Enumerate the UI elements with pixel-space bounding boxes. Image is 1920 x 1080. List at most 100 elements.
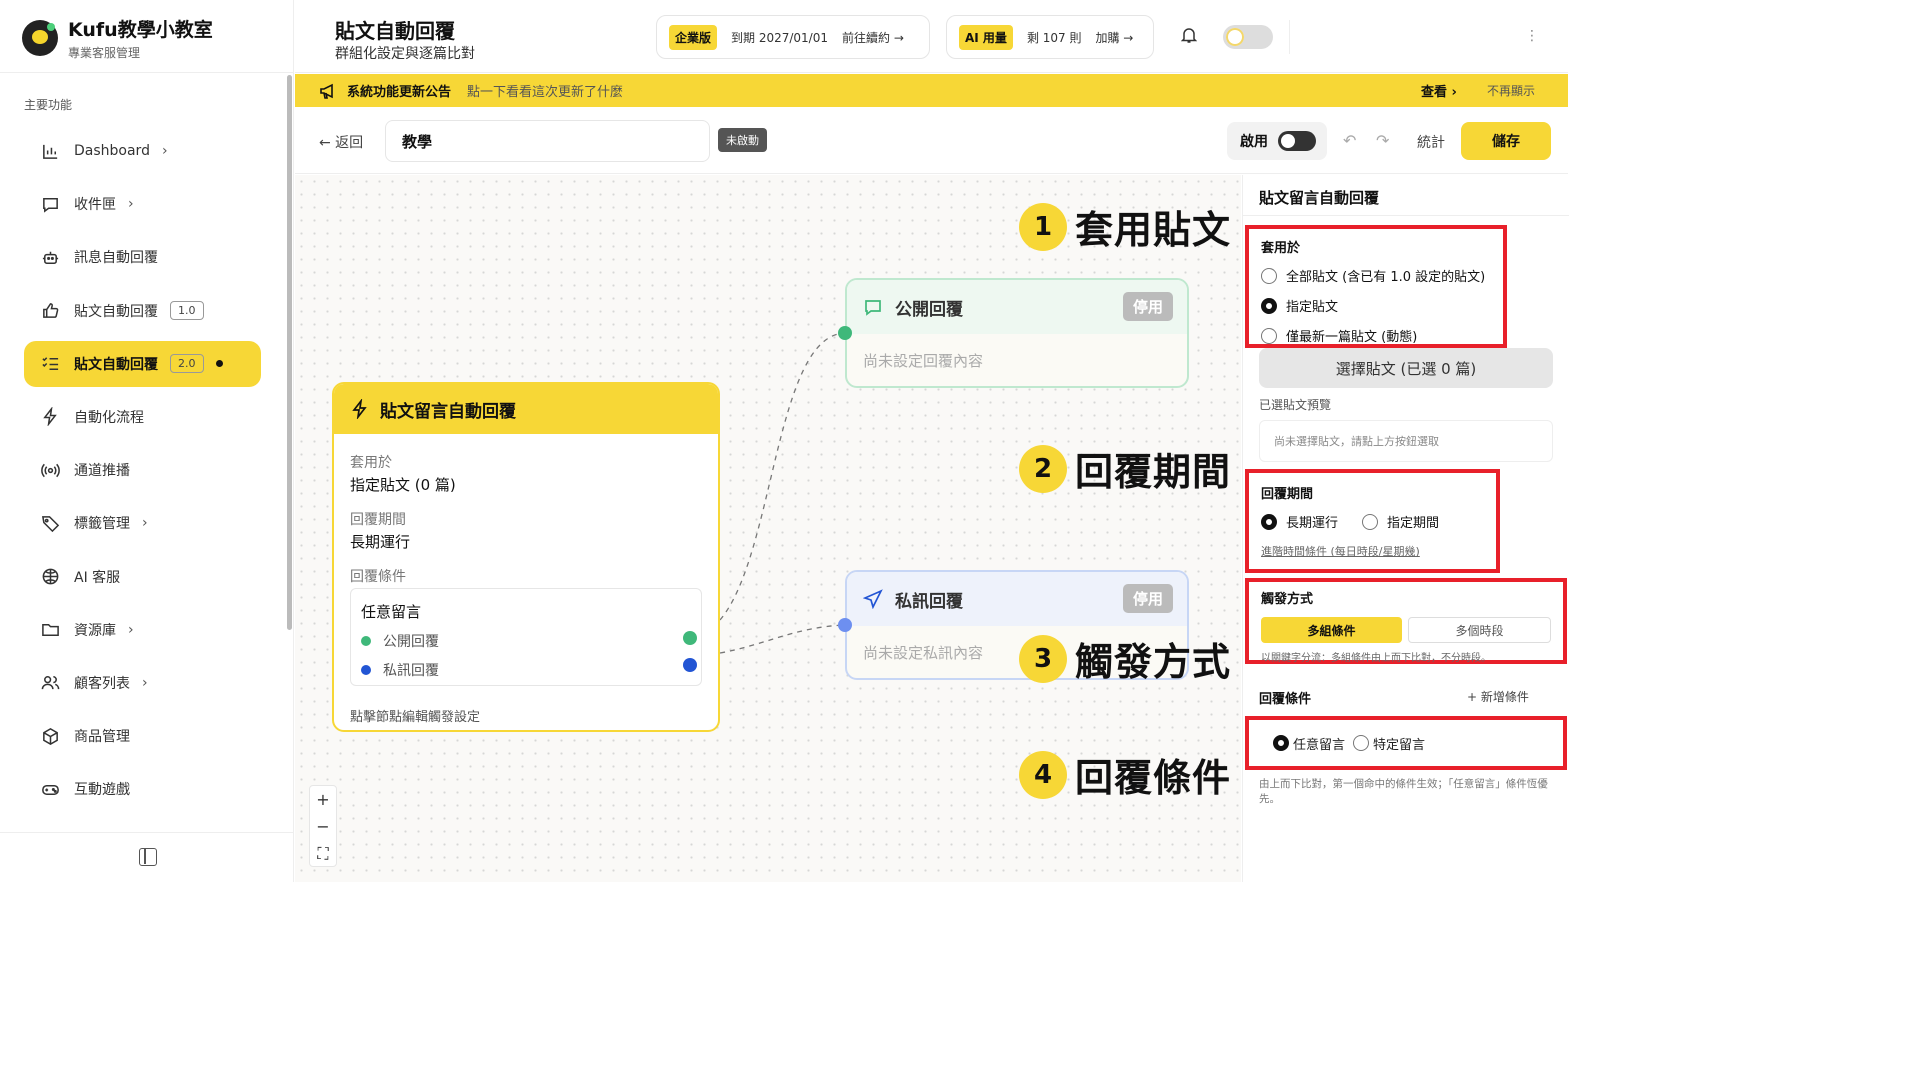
fit-view-icon[interactable]: ⛶: [310, 840, 336, 867]
buy-more-link[interactable]: 加購 →: [1095, 29, 1133, 46]
box-icon: [40, 726, 60, 746]
add-condition-button[interactable]: + 新增條件: [1467, 688, 1529, 705]
public-node-title: 公開回覆: [895, 299, 963, 320]
renew-link[interactable]: 前往續約 →: [842, 29, 904, 46]
undo-icon[interactable]: ↶: [1343, 131, 1356, 150]
condition-label: 回覆條件: [350, 569, 406, 585]
sidebar-item-label: 互動遊戲: [74, 782, 130, 799]
chevron-right-icon: ›: [142, 674, 148, 691]
public-output-port[interactable]: [683, 631, 697, 645]
public-reply-node[interactable]: 公開回覆 停用 尚未設定回覆內容: [845, 278, 1189, 388]
public-input-port[interactable]: [838, 326, 852, 340]
active-dot: [215, 360, 223, 368]
radio-selected[interactable]: [1261, 297, 1277, 314]
sidebar-item-customers[interactable]: 顧客列表 ›: [24, 660, 261, 706]
chevron-right-icon: ›: [128, 196, 134, 213]
apply-label: 套用於: [350, 455, 392, 471]
sidebar-item-products[interactable]: 商品管理: [24, 713, 261, 759]
trigger-option-multi-timeslot[interactable]: 多個時段: [1408, 617, 1551, 643]
version-badge: 2.0: [170, 354, 204, 374]
announcement-dismiss[interactable]: 不再顯示: [1487, 82, 1535, 99]
trigger-hint: 以關鍵字分流：多組條件由上而下比對，不分時段。: [1261, 653, 1491, 664]
period-label: 回覆期間: [350, 512, 406, 528]
private-output-port[interactable]: [683, 658, 697, 672]
rule-name-input[interactable]: [385, 120, 710, 162]
zoom-controls: + − ⛶: [309, 785, 337, 867]
select-posts-button[interactable]: 選擇貼文 (已選 0 篇): [1259, 348, 1553, 388]
apply-option-latest[interactable]: 僅最新一篇貼文 (動態): [1261, 326, 1491, 345]
sidebar-item-post-autoreply-v1[interactable]: 貼文自動回覆 1.0: [24, 288, 261, 334]
private-output-label: 私訊回覆: [383, 663, 439, 679]
enable-switch[interactable]: [1278, 131, 1316, 151]
ai-usage-badge: AI 用量: [959, 24, 1013, 50]
editor-toolbar: ← 返回 未啟動 啟用 ↶ ↷ 統計 儲存: [295, 108, 1568, 174]
apply-section: 套用於 全部貼文 (含已有 1.0 設定的貼文) 指定貼文 僅最新一篇貼文 (動…: [1245, 225, 1507, 348]
zoom-in-icon[interactable]: +: [310, 786, 336, 813]
apply-option-all[interactable]: 全部貼文 (含已有 1.0 設定的貼文): [1261, 266, 1491, 285]
sidebar-item-games[interactable]: 互動遊戲: [24, 766, 261, 812]
radio[interactable]: [1353, 735, 1370, 751]
panel-title: 貼文留言自動回覆: [1259, 189, 1380, 207]
theme-toggle[interactable]: [1223, 25, 1273, 49]
sidebar-item-label: 收件匣: [74, 197, 116, 214]
broadcast-icon: [40, 460, 60, 480]
apply-option-specific[interactable]: 指定貼文: [1261, 296, 1491, 315]
trigger-option-multi-condition[interactable]: 多組條件: [1261, 617, 1402, 643]
sidebar-item-post-autoreply-v2[interactable]: 貼文自動回覆 2.0: [24, 340, 261, 387]
trigger-section: 觸發方式 多組條件 多個時段 以關鍵字分流：多組條件由上而下比對，不分時段。: [1245, 578, 1567, 664]
period-value: 長期運行: [350, 533, 411, 551]
trigger-segment: 多組條件 多個時段: [1261, 617, 1551, 643]
announcement-bar[interactable]: 系統功能更新公告 點一下看看這次更新了什麼 查看 › 不再顯示: [295, 74, 1568, 107]
megaphone-icon: [320, 83, 333, 99]
radio[interactable]: [1261, 267, 1277, 284]
condition-section: 任意留言 特定留言: [1245, 716, 1567, 770]
advanced-time-link[interactable]: 進階時間條件 (每日時段/星期幾): [1261, 543, 1484, 559]
radio-selected[interactable]: [1273, 735, 1289, 751]
sidebar-item-automation[interactable]: 自動化流程: [24, 394, 261, 440]
bell-icon[interactable]: [1181, 26, 1197, 44]
collapse-sidebar-icon[interactable]: [139, 848, 157, 866]
flow-canvas[interactable]: 貼文留言自動回覆 套用於 指定貼文 (0 篇) 回覆期間 長期運行 回覆條件 任…: [295, 175, 1241, 882]
trigger-node[interactable]: 貼文留言自動回覆 套用於 指定貼文 (0 篇) 回覆期間 長期運行 回覆條件 任…: [332, 382, 720, 732]
ai-usage-pill[interactable]: AI 用量 剩 107 則 加購 →: [946, 15, 1154, 59]
radio-label: 指定期間: [1387, 516, 1440, 531]
enable-toggle[interactable]: 啟用: [1227, 122, 1327, 160]
period-heading: 回覆期間: [1261, 487, 1314, 502]
announcement-desc: 點一下看看這次更新了什麼: [467, 85, 624, 100]
radio-selected[interactable]: [1261, 513, 1277, 530]
stats-button[interactable]: 統計: [1417, 132, 1445, 152]
bar-chart-icon: [40, 141, 60, 161]
callout-number: 2: [1018, 444, 1067, 493]
properties-panel: 貼文留言自動回覆 套用於 全部貼文 (含已有 1.0 設定的貼文) 指定貼文 僅…: [1242, 175, 1569, 882]
sidebar-item-ai-service[interactable]: AI 客服: [24, 554, 261, 600]
condition-card[interactable]: 任意留言 公開回覆 私訊回覆: [350, 588, 702, 686]
radio[interactable]: [1362, 513, 1379, 530]
save-button[interactable]: 儲存: [1461, 122, 1551, 160]
more-menu-icon[interactable]: ⋮: [1525, 28, 1539, 44]
sidebar-item-inbox[interactable]: 收件匣 ›: [24, 181, 261, 227]
sidebar-item-tags[interactable]: 標籤管理 ›: [24, 500, 261, 546]
back-button[interactable]: ← 返回: [319, 132, 363, 152]
lightning-icon: [352, 399, 367, 419]
sidebar-item-broadcast[interactable]: 通道推播: [24, 447, 261, 493]
private-node-title: 私訊回覆: [895, 591, 963, 612]
trigger-node-hint: 點擊節點編輯觸發設定: [350, 710, 481, 725]
radio[interactable]: [1261, 327, 1277, 344]
sidebar-item-dashboard[interactable]: Dashboard ›: [24, 128, 261, 174]
divider: [1243, 215, 1569, 216]
sidebar-scrollbar[interactable]: [287, 75, 292, 630]
condition-title: 任意留言: [361, 603, 422, 621]
trigger-node-header: 貼文留言自動回覆: [334, 384, 718, 434]
brand[interactable]: Kufu教學小教室 專業客服管理: [22, 16, 213, 60]
plan-pill[interactable]: 企業版 到期 2027/01/01 前往續約 →: [656, 15, 930, 59]
sidebar-item-label: 貼文自動回覆: [74, 356, 158, 373]
page-title: 貼文自動回覆: [335, 19, 455, 43]
private-input-port[interactable]: [838, 618, 852, 632]
sidebar-item-resources[interactable]: 資源庫 ›: [24, 607, 261, 653]
folder-icon: [40, 620, 60, 640]
announcement-view-link[interactable]: 查看 ›: [1421, 81, 1457, 100]
sidebar-item-message-autoreply[interactable]: 訊息自動回覆: [24, 234, 261, 280]
zoom-out-icon[interactable]: −: [310, 813, 336, 840]
redo-icon[interactable]: ↷: [1376, 131, 1389, 150]
callout-number: 3: [1018, 634, 1067, 683]
